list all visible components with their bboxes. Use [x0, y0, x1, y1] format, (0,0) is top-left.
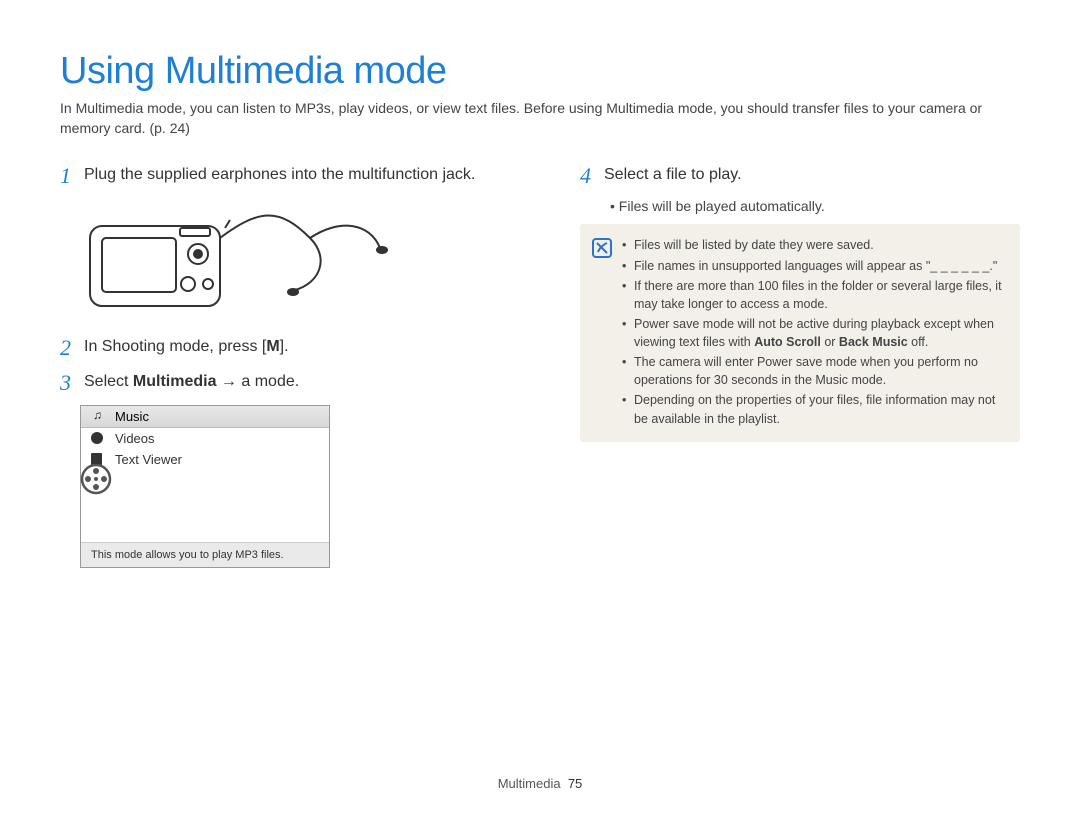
- step-3: 3 Select Multimedia → a mode.: [60, 371, 540, 395]
- step-number: 1: [60, 164, 84, 188]
- step-prefix: In Shooting mode, press [: [84, 338, 266, 355]
- menu-item-videos: Videos: [81, 428, 329, 449]
- step-number: 3: [60, 371, 84, 395]
- menu-item-music: Music: [81, 406, 329, 428]
- camera-earphones-illustration: [80, 198, 400, 318]
- step-text: Plug the supplied earphones into the mul…: [84, 164, 475, 186]
- note-item: Depending on the properties of your file…: [622, 391, 1006, 427]
- content-columns: 1 Plug the supplied earphones into the m…: [60, 164, 1020, 576]
- step-text: In Shooting mode, press [M].: [84, 336, 289, 358]
- step-number: 2: [60, 336, 84, 360]
- manual-page: Using Multimedia mode In Multimedia mode…: [0, 0, 1080, 815]
- step-suffix: → a mode.: [216, 373, 299, 390]
- step-prefix: Select: [84, 373, 133, 390]
- note-item: Power save mode will not be active durin…: [622, 315, 1006, 351]
- sub-bullet: Files will be played automatically.: [610, 198, 1020, 214]
- note-item: File names in unsupported languages will…: [622, 257, 1006, 275]
- step-text: Select Multimedia → a mode.: [84, 371, 299, 393]
- page-title: Using Multimedia mode: [60, 50, 1020, 93]
- note-bold: Auto Scroll: [754, 335, 821, 349]
- footer-section: Multimedia: [498, 776, 561, 791]
- step-bold: Multimedia: [133, 373, 217, 390]
- step-number: 4: [580, 164, 604, 188]
- step-4: 4 Select a file to play.: [580, 164, 1020, 188]
- note-box: Files will be listed by date they were s…: [580, 224, 1020, 441]
- note-mid: or: [821, 335, 839, 349]
- note-icon: [592, 238, 612, 258]
- film-reel-icon: [79, 462, 113, 496]
- step-suffix: ].: [280, 338, 289, 355]
- left-column: 1 Plug the supplied earphones into the m…: [60, 164, 540, 576]
- note-item: If there are more than 100 files in the …: [622, 277, 1006, 313]
- step-bold: M: [266, 338, 279, 355]
- note-post: off.: [908, 335, 929, 349]
- step-text: Select a file to play.: [604, 164, 742, 186]
- note-item: The camera will enter Power save mode wh…: [622, 353, 1006, 389]
- step-2: 2 In Shooting mode, press [M].: [60, 336, 540, 360]
- menu-caption: This mode allows you to play MP3 files.: [81, 542, 329, 567]
- menu-spacer: [81, 470, 329, 542]
- note-item: Files will be listed by date they were s…: [622, 236, 1006, 254]
- note-bold: Back Music: [839, 335, 908, 349]
- step-1: 1 Plug the supplied earphones into the m…: [60, 164, 540, 188]
- footer-page-number: 75: [568, 776, 582, 791]
- right-column: 4 Select a file to play. Files will be p…: [580, 164, 1020, 576]
- note-list: Files will be listed by date they were s…: [622, 236, 1006, 429]
- page-footer: Multimedia 75: [0, 776, 1080, 791]
- intro-text: In Multimedia mode, you can listen to MP…: [60, 99, 1020, 138]
- menu-item-text-viewer: Text Viewer: [81, 449, 329, 470]
- multimedia-menu-screenshot: Music Videos Text Viewer This mode allow…: [80, 405, 330, 568]
